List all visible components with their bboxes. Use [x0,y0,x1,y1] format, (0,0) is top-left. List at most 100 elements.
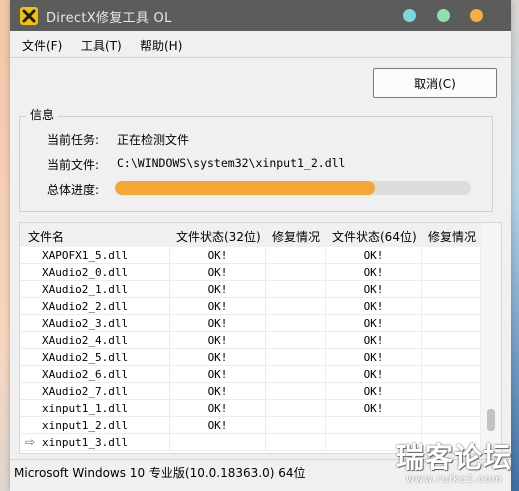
cell-filename: xinput1_3.dll [20,434,170,451]
cell-status-64: OK! [326,315,422,332]
cell-status-64: OK! [326,383,422,400]
cell-status-32: OK! [170,417,266,434]
cell-repair-32 [266,366,326,383]
table-row[interactable]: XAudio2_7.dll OK! OK! [20,383,481,400]
cell-repair-64 [422,315,481,332]
cell-repair-32 [266,383,326,400]
header-repair-64[interactable]: 修复情况 [428,228,476,245]
scrollbar-thumb[interactable] [487,409,495,431]
app-window: DirectX修复工具 OL 文件(F) 工具(T) 帮助(H) 取消(C) 信… [10,0,511,491]
table-row[interactable]: XAudio2_2.dll OK! OK! [20,298,481,315]
cell-filename: XAudio2_2.dll [20,298,170,315]
cell-status-32: OK! [170,332,266,349]
cell-repair-64 [422,349,481,366]
title-bar[interactable]: DirectX修复工具 OL [10,0,511,31]
table-row[interactable]: XAudio2_1.dll OK! OK! [20,281,481,298]
header-filename[interactable]: 文件名 [28,228,64,245]
overall-progress-bar [115,181,471,195]
file-label: 当前文件: [47,158,100,172]
os-version-text: Microsoft Windows 10 专业版(10.0.18363.0) 6… [14,466,306,480]
cell-filename: XAudio2_6.dll [20,366,170,383]
cell-repair-32 [266,434,326,451]
table-row[interactable]: XAudio2_3.dll OK! OK! [20,315,481,332]
cell-filename: XAPOFX1_5.dll [20,247,170,264]
cell-status-32: OK! [170,315,266,332]
table-row[interactable]: XAudio2_6.dll OK! OK! [20,366,481,383]
cell-status-32: OK! [170,281,266,298]
progress-fill [115,181,375,195]
watermark: 瑞客论坛 www.ruike1.com [392,438,519,491]
file-value: C:\WINDOWS\system32\xinput1_2.dll [117,156,346,170]
close-button[interactable] [470,9,483,22]
cell-repair-64 [422,383,481,400]
cell-repair-64 [422,332,481,349]
cell-status-32: OK! [170,298,266,315]
cell-status-32: OK! [170,383,266,400]
cell-status-64 [326,417,422,434]
menu-file[interactable]: 文件(F) [22,37,62,54]
maximize-button[interactable] [437,9,450,22]
watermark-url: www.ruike1.com [406,474,503,485]
cell-repair-32 [266,247,326,264]
cell-repair-64 [422,247,481,264]
cell-repair-32 [266,400,326,417]
table-row[interactable]: xinput1_1.dll OK! OK! [20,400,481,417]
cell-repair-64 [422,417,481,434]
menu-tools[interactable]: 工具(T) [81,37,122,54]
cell-status-64: OK! [326,281,422,298]
cell-status-64: OK! [326,400,422,417]
menu-bar: 文件(F) 工具(T) 帮助(H) [10,31,511,57]
cell-status-32: OK! [170,247,266,264]
cell-repair-64 [422,400,481,417]
cell-repair-64 [422,366,481,383]
cell-repair-32 [266,315,326,332]
table-row[interactable]: XAudio2_4.dll OK! OK! [20,332,481,349]
cell-status-64: OK! [326,332,422,349]
header-repair-32[interactable]: 修复情况 [272,228,320,245]
cell-repair-64 [422,298,481,315]
table-row[interactable]: XAudio2_0.dll OK! OK! [20,264,481,281]
cell-repair-32 [266,264,326,281]
cell-filename: XAudio2_1.dll [20,281,170,298]
cell-repair-32 [266,281,326,298]
info-group-label: 信息 [26,106,59,123]
cell-filename: xinput1_2.dll [20,417,170,434]
cell-status-64: OK! [326,264,422,281]
table-row[interactable]: XAPOFX1_5.dll OK! OK! [20,247,481,264]
cell-filename: XAudio2_7.dll [20,383,170,400]
cell-repair-32 [266,298,326,315]
progress-label: 总体进度: [47,183,100,197]
directx-logo-icon [20,7,38,25]
watermark-text: 瑞客论坛 [396,441,513,474]
cell-filename: XAudio2_5.dll [20,349,170,366]
cell-repair-32 [266,417,326,434]
list-header: 文件名 文件状态(32位) 修复情况 文件状态(64位) 修复情况 [20,223,481,247]
cell-filename: xinput1_1.dll [20,400,170,417]
vertical-scrollbar[interactable] [481,223,501,453]
cell-status-32: OK! [170,366,266,383]
file-list: 文件名 文件状态(32位) 修复情况 文件状态(64位) 修复情况 XAPOFX… [19,222,502,454]
table-row[interactable]: xinput1_2.dll OK! [20,417,481,434]
cell-status-32: OK! [170,349,266,366]
cell-status-64: OK! [326,247,422,264]
cell-status-64: OK! [326,366,422,383]
cell-filename: XAudio2_3.dll [20,315,170,332]
table-row[interactable]: XAudio2_5.dll OK! OK! [20,349,481,366]
cell-status-32 [170,434,266,451]
cell-repair-64 [422,264,481,281]
cell-status-64: OK! [326,349,422,366]
cell-filename: XAudio2_0.dll [20,264,170,281]
task-label: 当前任务: [47,133,100,147]
minimize-button[interactable] [403,9,416,22]
cancel-button[interactable]: 取消(C) [373,68,497,98]
task-value: 正在检测文件 [117,133,190,147]
window-title: DirectX修复工具 OL [46,11,172,26]
cell-repair-32 [266,332,326,349]
header-status-64[interactable]: 文件状态(64位) [332,228,417,245]
cell-status-32: OK! [170,400,266,417]
cell-repair-64 [422,281,481,298]
cell-filename: XAudio2_4.dll [20,332,170,349]
cell-repair-32 [266,349,326,366]
header-status-32[interactable]: 文件状态(32位) [176,228,261,245]
menu-help[interactable]: 帮助(H) [140,37,182,54]
